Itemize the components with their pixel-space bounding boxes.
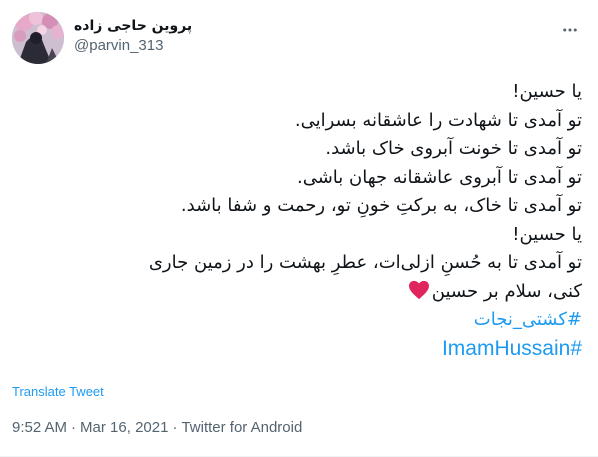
more-horizontal-icon xyxy=(563,28,577,32)
tweet-text: یا حسین! تو آمدی تا شهادت را عاشقانه بسر… xyxy=(12,78,582,363)
author-display-name[interactable]: پروین حاجی زاده xyxy=(74,16,374,36)
tweet-line: تو آمدی تا به حُسنِ ازلی‌ات، عطرِ بهشت ر… xyxy=(148,252,582,273)
separator-dot: · xyxy=(172,419,178,436)
separator-dot: · xyxy=(71,419,77,436)
tweet-card: پروین حاجی زاده @parvin_313 یا حسین! تو … xyxy=(0,0,598,457)
tweet-time-link[interactable]: 9:52 AM xyxy=(12,419,67,436)
tweet-metadata: 9:52 AM · Mar 16, 2021 · Twitter for Android xyxy=(12,419,302,436)
tweet-line: یا حسین! xyxy=(512,223,582,245)
tweet-line: یا حسین! xyxy=(512,81,582,102)
tweet-date-link[interactable]: Mar 16, 2021 xyxy=(80,419,168,436)
tweet-line-text: کنی، سلام بر حسین xyxy=(431,280,582,302)
author-identity: پروین حاجی زاده @parvin_313 xyxy=(74,16,374,56)
profile-photo-icon xyxy=(12,12,64,64)
hashtag-link[interactable]: #کشتی_نجات xyxy=(12,306,582,335)
tweet-line: تو آمدی تا خونت آبروی خاک باشد. xyxy=(325,138,582,159)
tweet-line: تو آمدی تا آبروی عاشقانه جهان باشی. xyxy=(296,166,582,188)
tweet-source-link[interactable]: Twitter for Android xyxy=(181,419,302,436)
tweet-line: تو آمدی تا شهادت را عاشقانه بسرایی. xyxy=(294,109,582,131)
translate-tweet-link[interactable]: Translate Tweet xyxy=(12,384,104,399)
author-handle[interactable]: @parvin_313 xyxy=(74,36,374,56)
hashtag-link[interactable]: #ImamHussain xyxy=(12,335,582,364)
red-heart-icon xyxy=(408,280,429,299)
more-options-button[interactable] xyxy=(558,18,582,42)
tweet-line: تو آمدی تا خاک، به برکتِ خونِ تو، رحمت و… xyxy=(180,195,582,216)
tweet-header: پروین حاجی زاده @parvin_313 xyxy=(12,10,586,66)
avatar[interactable] xyxy=(12,12,64,64)
tweet-line-last: کنی، سلام بر حسین xyxy=(12,278,582,307)
